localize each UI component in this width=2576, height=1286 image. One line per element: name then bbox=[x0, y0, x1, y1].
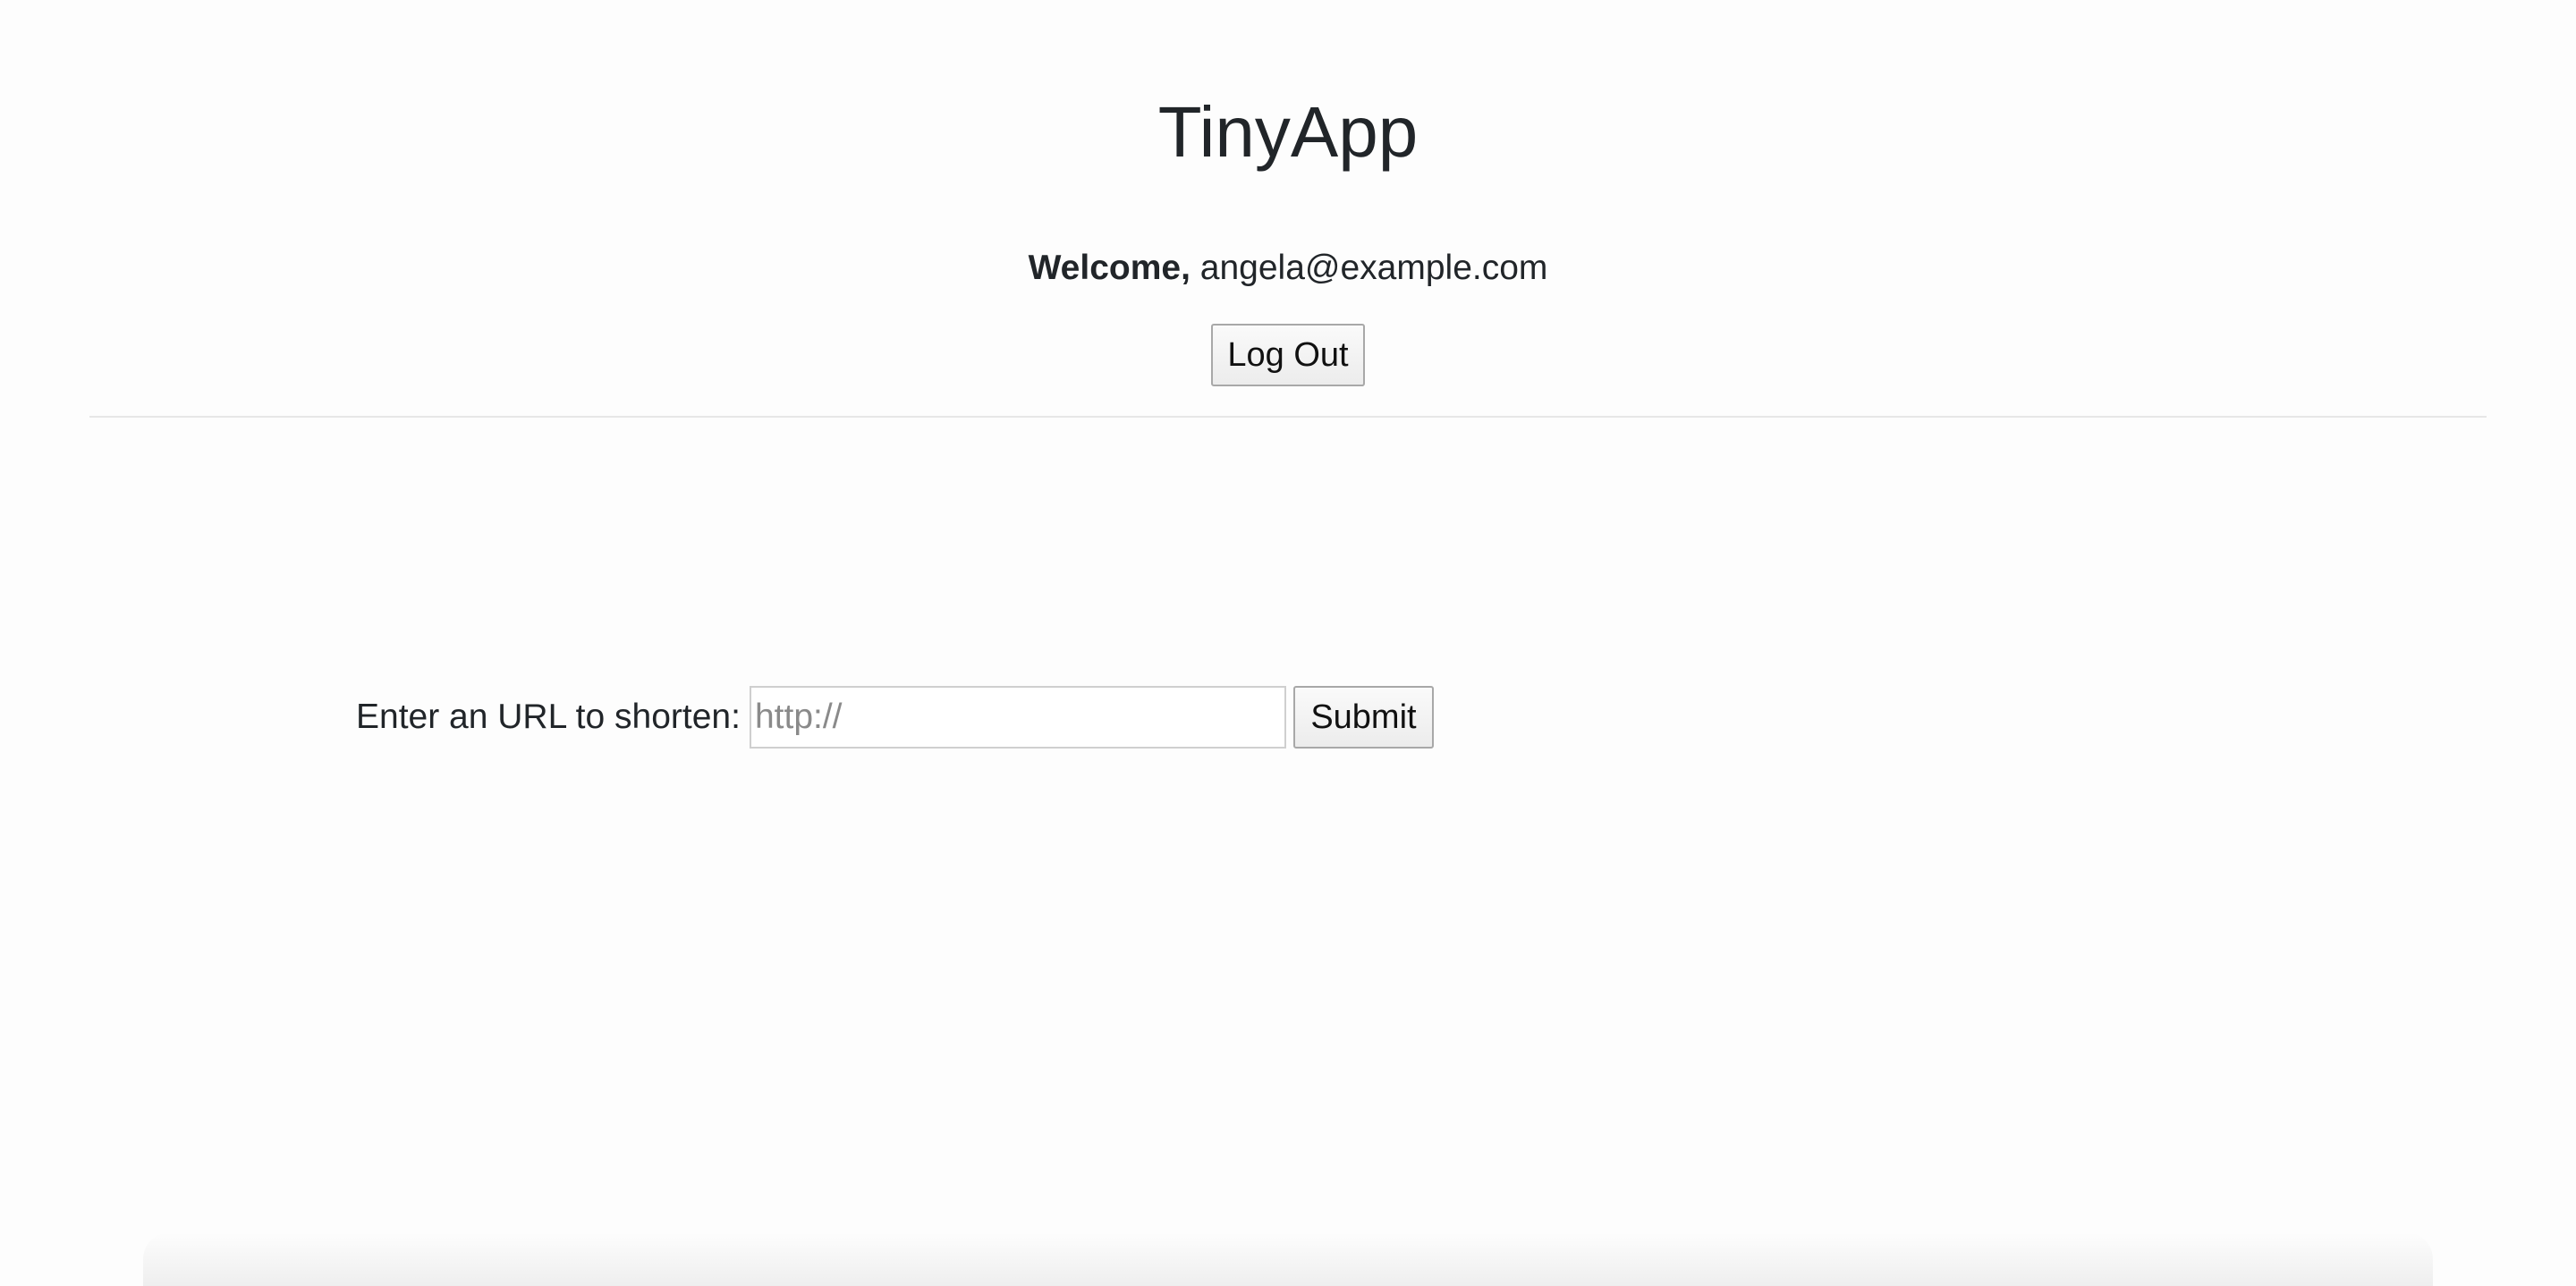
welcome-message: Welcome, angela@example.com bbox=[89, 241, 2487, 295]
app-header: TinyApp Welcome, angela@example.com Log … bbox=[89, 0, 2487, 418]
page: TinyApp Welcome, angela@example.com Log … bbox=[0, 0, 2576, 1286]
app-title: TinyApp bbox=[1157, 92, 1419, 172]
submit-button[interactable]: Submit bbox=[1292, 686, 1434, 749]
user-email: angela@example.com bbox=[1199, 249, 1548, 287]
window-bottom-shadow bbox=[143, 1232, 2433, 1286]
logout-button[interactable]: Log Out bbox=[1211, 324, 1365, 386]
logout-form: Log Out bbox=[89, 324, 2487, 386]
long-url-input[interactable] bbox=[749, 686, 1286, 749]
url-input-label: Enter an URL to shorten: bbox=[356, 698, 741, 736]
welcome-label: Welcome, bbox=[1028, 249, 1191, 287]
shorten-url-form: Enter an URL to shorten: Submit bbox=[356, 685, 1434, 749]
